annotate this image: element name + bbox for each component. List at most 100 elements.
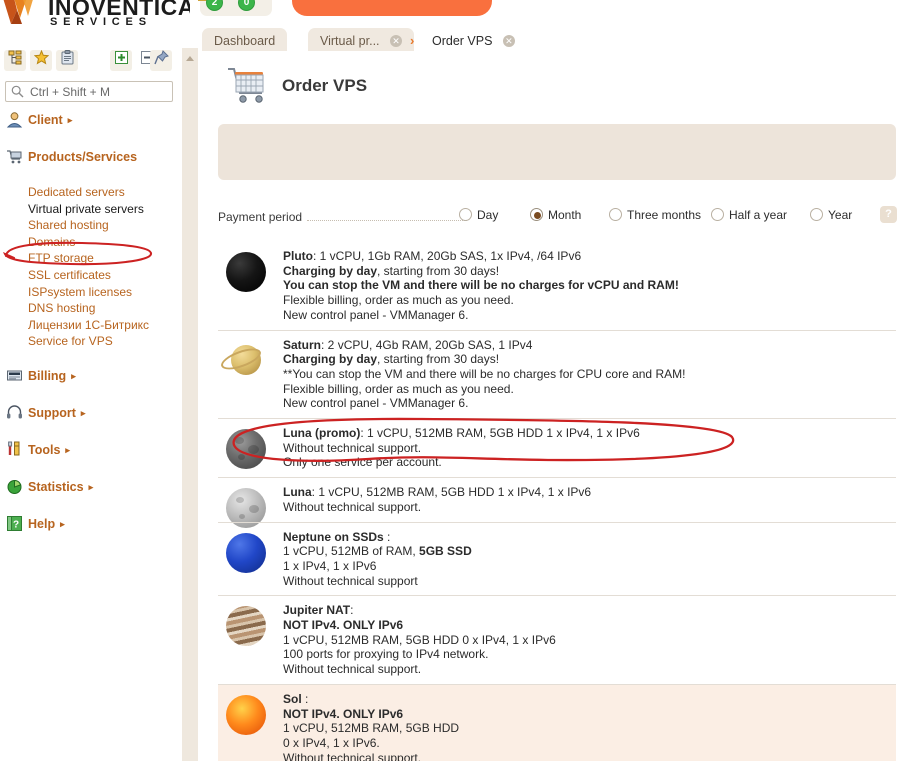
piechart-icon — [7, 479, 22, 494]
page-title: Order VPS — [282, 76, 368, 95]
sidebar-item-virtual-private-servers[interactable]: Virtual private servers — [28, 201, 182, 218]
product-row-luna-text: Luna: 1 vCPU, 512MB RAM, 5GB HDD 1 x IPv… — [283, 485, 592, 514]
product-row-neptune-text: Neptune on SSDs : 1 vCPU, 512MB of RAM, … — [283, 529, 472, 588]
radio-icon[interactable] — [530, 208, 543, 221]
inoventica-w-mark-icon — [3, 0, 33, 24]
sidebar-item-products-services[interactable]: Products/Services — [0, 147, 182, 184]
saturn-planet-icon — [231, 344, 261, 375]
sidebar-nav: Client ▸ Products/Services Dedicated serv… — [0, 110, 182, 551]
sidebar-item-client[interactable]: Client ▸ — [0, 110, 182, 147]
luna-promo-moon-icon — [226, 429, 266, 470]
search-input[interactable] — [28, 82, 170, 101]
payment-period-option-half-a-year[interactable]: Half a year — [711, 208, 787, 222]
sidebar-item-tools-label: Tools — [28, 442, 61, 457]
product-row-pluto-text: Pluto: 1 vCPU, 1Gb RAM, 20Gb SAS, 1x IPv… — [283, 249, 679, 322]
sidebar-item-ssl-certificates[interactable]: SSL certificates — [28, 267, 182, 284]
sidebar-item-support[interactable]: Support ▸ — [0, 403, 182, 440]
sol-sun-icon — [226, 694, 266, 735]
pin-icon[interactable] — [150, 50, 172, 71]
page-header: Order VPS — [198, 54, 915, 118]
product-row-luna[interactable]: Luna: 1 vCPU, 512MB RAM, 5GB HDD 1 x IPv… — [218, 477, 896, 529]
sidebar-item-domains[interactable]: Domains — [28, 234, 182, 251]
payment-period-option-day[interactable]: Day — [459, 208, 498, 222]
product-name: Jupiter NAT — [283, 603, 351, 618]
tab-close-icon[interactable]: ✕ — [390, 35, 403, 47]
pluto-planet-icon — [226, 252, 266, 292]
brand-tagline: SERVICES — [50, 16, 152, 28]
collapse-arrow-icon[interactable] — [186, 56, 194, 61]
sidebar-item-products-services-label: Products/Services — [28, 150, 138, 164]
product-row-saturn[interactable]: Saturn: 2 vCPU, 4Gb RAM, 20Gb SAS, 1 IPv… — [218, 329, 896, 419]
radio-icon[interactable] — [609, 208, 622, 221]
product-row-luna-promo[interactable]: Luna (promo): 1 vCPU, 512MB RAM, 5GB HDD… — [218, 417, 896, 477]
expand-all-icon[interactable] — [110, 50, 132, 71]
product-row-neptune[interactable]: Neptune on SSDs : 1 vCPU, 512MB of RAM, … — [218, 521, 896, 596]
sidebar-item-dedicated-servers[interactable]: Dedicated servers — [28, 184, 182, 201]
sidebar-item-support-label: Support — [28, 405, 76, 420]
radio-icon[interactable] — [810, 208, 823, 221]
product-name: Sol — [283, 691, 302, 706]
product-list: Pluto: 1 vCPU, 1Gb RAM, 20Gb SAS, 1x IPv… — [218, 242, 896, 761]
sidebar-item-statistics[interactable]: Statistics ▸ — [0, 477, 182, 514]
payment-period-option-month[interactable]: Month — [530, 208, 581, 222]
radio-icon[interactable] — [459, 208, 472, 221]
chevron-right-icon: ▸ — [67, 115, 73, 125]
sidebar-group-client: Client ▸ — [0, 110, 182, 147]
product-name: Neptune on SSDs — [283, 529, 384, 544]
radio-icon[interactable] — [711, 208, 724, 221]
sidebar-item-1c-bitrix-licenses[interactable]: Лицензии 1С-Битрикс — [28, 317, 182, 334]
sidebar-item-billing-label: Billing — [28, 368, 67, 383]
tab-dashboard-label: Dashboard — [214, 34, 276, 48]
payment-period-option-year-label: Year — [828, 208, 853, 222]
sidebar-item-dns-hosting[interactable]: DNS hosting — [28, 300, 182, 317]
sidebar-item-shared-hosting[interactable]: Shared hosting — [28, 217, 182, 234]
sidebar-item-ispsystem-licenses[interactable]: ISPsystem licenses — [28, 284, 182, 301]
tab-virtual-private-servers-label: Virtual pr... — [320, 34, 380, 48]
shopping-cart-icon — [7, 150, 22, 164]
neptune-planet-icon — [226, 532, 266, 573]
primary-action-button[interactable] — [292, 0, 492, 16]
structure-icon[interactable] — [4, 50, 26, 71]
payment-period-label: Payment period — [218, 210, 303, 224]
sidebar-toolbar — [0, 48, 182, 74]
product-name: Luna (promo) — [283, 426, 361, 441]
product-row-sol-text: Sol : NOT IPv4. ONLY IPv6 1 vCPU, 512MB … — [283, 691, 460, 761]
left-sidebar: Client ▸ Products/Services Dedicated serv… — [0, 48, 182, 761]
main-panel: Order VPS Payment period Day Month Three… — [198, 54, 915, 761]
search-icon — [11, 85, 24, 98]
dotted-leader — [307, 220, 467, 221]
chevron-right-icon: ▸ — [65, 444, 70, 455]
chevron-right-icon: ▸ — [80, 407, 86, 418]
payment-period-option-three-months[interactable]: Three months — [609, 208, 701, 222]
payment-period-option-year[interactable]: Year — [810, 208, 852, 222]
chevron-right-icon: ▸ — [60, 518, 65, 529]
chevron-right-icon: ▸ — [71, 370, 76, 381]
star-icon[interactable] — [30, 49, 52, 71]
product-row-luna-promo-text: Luna (promo): 1 vCPU, 512MB RAM, 5GB HDD… — [283, 426, 640, 470]
product-row-sol[interactable]: Sol : NOT IPv4. ONLY IPv6 1 vCPU, 512MB … — [218, 683, 896, 761]
product-row-jupiter-nat[interactable]: Jupiter NAT: NOT IPv4. ONLY IPv6 1 vCPU,… — [218, 595, 896, 684]
sidebar-item-billing[interactable]: Billing ▸ — [0, 366, 182, 403]
sidebar-item-help[interactable]: ? Help ▸ — [0, 514, 182, 551]
sidebar-item-tools[interactable]: Tools ▸ — [0, 440, 182, 477]
payment-period-option-day-label: Day — [477, 208, 499, 222]
product-name: Pluto — [283, 249, 313, 263]
sidebar-sublist-products: Dedicated servers Virtual private server… — [0, 184, 182, 350]
clipboard-icon[interactable] — [56, 50, 78, 71]
payment-period-row: Payment period Day Month Three months Ha… — [218, 204, 897, 234]
help-question-icon[interactable]: ? — [880, 206, 897, 223]
search-box[interactable] — [5, 81, 173, 102]
info-banner-box — [218, 124, 896, 180]
panel-splitter[interactable] — [182, 48, 198, 761]
headset-icon — [7, 405, 22, 419]
tab-close-icon[interactable]: ✕ — [502, 35, 515, 47]
sidebar-group-products: Products/Services Dedicated servers Virt… — [0, 147, 182, 350]
sidebar-item-service-for-vps[interactable]: Service for VPS — [28, 333, 182, 350]
payment-period-option-half-a-year-label: Half a year — [729, 208, 788, 222]
product-row-jupiter-nat-text: Jupiter NAT: NOT IPv4. ONLY IPv6 1 vCPU,… — [283, 603, 556, 677]
product-row-pluto[interactable]: Pluto: 1 vCPU, 1Gb RAM, 20Gb SAS, 1x IPv… — [218, 242, 896, 330]
brand-logo[interactable]: INOVENTICA SERVICES — [0, 0, 190, 34]
application-window: 2 0 INOVENTICA SERVICES Dashboard Virtua… — [0, 0, 915, 761]
sidebar-item-ftp-storage[interactable]: FTP storage — [28, 250, 182, 267]
sidebar-item-statistics-label: Statistics — [28, 479, 84, 494]
